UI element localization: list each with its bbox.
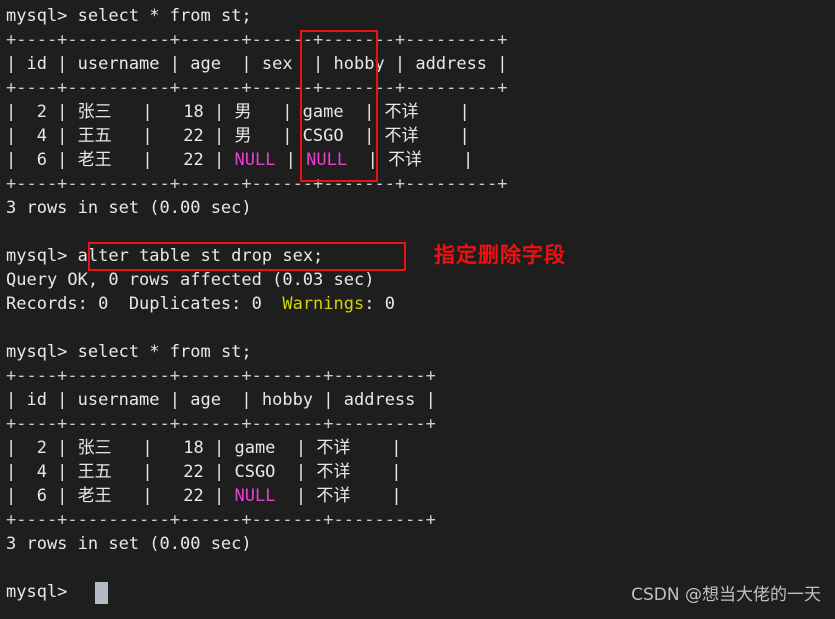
row-end-pipe: | [422,150,474,170]
table2-row-2: | 4 | 王五 | 22 | CSGO | 不详 | [6,460,831,484]
cell-separator: | [275,150,307,170]
row-age-hobby-cell: | 22 | CSGO | [111,462,317,482]
row-id-cell: | 4 | [6,462,78,482]
drop-field-annotation: 指定删除字段 [434,243,566,267]
row-age-cell: | 22 | [111,150,235,170]
row-address-cell: 不详 [316,462,351,482]
terminal-window[interactable]: mysql> select * from st; +----+---------… [0,0,835,619]
records-line: Records: 0 Duplicates: 0 Warnings: 0 [6,292,831,316]
terminal-output: mysql> select * from st; +----+---------… [6,4,831,604]
row-id-cell: | 2 | [6,102,78,122]
row-id-cell: | 2 | [6,438,78,458]
table1-row-1: | 2 | 张三 | 18 | 男 | game | 不详 | [6,100,831,124]
row-id-cell: | 6 | [6,150,78,170]
row-id-cell: | 6 | [6,486,78,506]
table2-header-rule: +----+----------+------+-------+--------… [6,414,436,434]
table1-row-3: | 6 | 老王 | 22 | NULL | NULL | 不详 | [6,148,831,172]
table1-bottom-rule: +----+----------+------+------+-------+-… [6,174,508,194]
prompt-label: mysql> [6,6,78,26]
row-end-pipe: | [350,486,402,506]
row-username-cell: 王五 [77,462,112,482]
row-age-cell: | 18 | [111,102,235,122]
table1-row-count: 3 rows in set (0.00 sec) [6,198,252,218]
table2-row-3: | 6 | 老王 | 22 | NULL | 不详 | [6,484,831,508]
prompt-label: mysql> [6,246,78,266]
table1-row-2: | 4 | 王五 | 22 | 男 | CSGO | 不详 | [6,124,831,148]
row-username-cell: 张三 [77,102,112,122]
row-end-pipe: | [350,438,402,458]
table1-top-rule: +----+----------+------+------+-------+-… [6,30,508,50]
prompt-label: mysql> [6,342,78,362]
query-ok-message: Query OK, 0 rows affected (0.03 sec) [6,270,375,290]
table2-top-rule: +----+----------+------+-------+--------… [6,366,436,386]
command-line-select-1: mysql> select * from st; [6,4,831,28]
command-text-select: select * from st; [77,6,252,26]
row-username-cell: 老王 [77,486,112,506]
row-hobby-cell: | game | [251,102,385,122]
row-address-cell: 不详 [316,486,351,506]
cell-separator: | [347,150,389,170]
row-end-pipe: | [418,102,470,122]
row-address-cell: 不详 [384,126,419,146]
command-text-alter: alter table st drop sex; [77,246,324,266]
table2-row-count: 3 rows in set (0.00 sec) [6,534,252,554]
row-hobby-cell: | CSGO | [251,126,385,146]
row-address-cell: 不详 [384,102,419,122]
row-end-pipe: | [418,126,470,146]
table1-header-rule: +----+----------+------+------+-------+-… [6,78,508,98]
row-sex-null-value: NULL [234,150,276,170]
row-hobby-null-value: NULL [234,486,276,506]
prompt-label: mysql> [6,582,78,602]
warnings-label: Warnings [282,294,365,314]
row-username-cell: 老王 [77,150,112,170]
cell-separator: | [275,486,317,506]
table2-header-row: | id | username | age | hobby | address … [6,390,436,410]
row-end-pipe: | [350,462,402,482]
row-age-cell: | 22 | [111,486,235,506]
row-age-hobby-cell: | 18 | game | [111,438,317,458]
row-sex-cell: 男 [234,102,252,122]
terminal-cursor [95,582,108,604]
row-sex-cell: 男 [234,126,252,146]
command-text-select-2: select * from st; [77,342,252,362]
row-hobby-null-value: NULL [306,150,348,170]
row-age-cell: | 22 | [111,126,235,146]
command-line-alter: mysql> alter table st drop sex; [6,244,831,268]
row-address-cell: 不详 [316,438,351,458]
records-duplicates-text: Records: 0 Duplicates: 0 [6,294,283,314]
row-username-cell: 张三 [77,438,112,458]
row-id-cell: | 4 | [6,126,78,146]
row-address-cell: 不详 [388,150,423,170]
warnings-count: : 0 [364,294,395,314]
row-username-cell: 王五 [77,126,112,146]
table2-bottom-rule: +----+----------+------+-------+--------… [6,510,436,530]
csdn-watermark: CSDN @想当大佬的一天 [631,585,821,605]
table2-row-1: | 2 | 张三 | 18 | game | 不详 | [6,436,831,460]
command-line-select-2: mysql> select * from st; [6,340,831,364]
table1-header-row: | id | username | age | sex | hobby | ad… [6,54,508,74]
